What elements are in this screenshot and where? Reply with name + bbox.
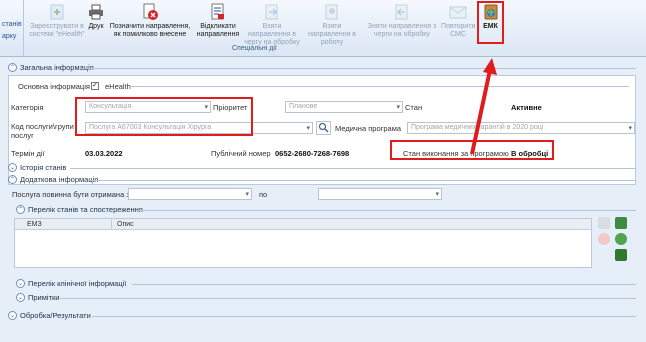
category-service-highlight xyxy=(75,97,253,136)
chevron-up-icon: ⌃ xyxy=(8,175,17,184)
service-code-label: Код послуги\групи послуг xyxy=(11,122,74,140)
queue-remove-button[interactable]: Зняти направлення з черги на обробку xyxy=(364,3,440,45)
ehealth-label: eHealth xyxy=(105,82,131,91)
section-processing-header[interactable]: ⌄ Обробка/Результати xyxy=(8,310,91,321)
refresh-icon[interactable] xyxy=(615,233,627,245)
queue-add-button[interactable]: Взяти направлення в чергу на обробку xyxy=(243,3,301,46)
mark-error-icon xyxy=(143,3,158,20)
date-to-select[interactable] xyxy=(318,188,442,200)
add-row-icon[interactable] xyxy=(615,217,627,229)
divider xyxy=(131,86,629,87)
queue-add-icon xyxy=(265,4,278,20)
ribbon-left-label-1: станів xyxy=(2,21,22,28)
category-label: Категорія xyxy=(11,103,44,112)
ehealth-checkbox[interactable]: ✓ xyxy=(91,82,99,90)
divider xyxy=(60,298,636,299)
search-icon xyxy=(318,122,329,133)
section-notes-header[interactable]: ⌄ Примітки xyxy=(16,292,59,303)
chevron-down-icon: ⌄ xyxy=(16,293,25,302)
main-content: ⌃ Загальна інформація Основна інформація… xyxy=(0,57,646,342)
edit-row-icon[interactable] xyxy=(598,217,610,229)
chevron-up-icon: ⌃ xyxy=(16,205,25,214)
medical-program-select[interactable]: Програма медичних гарантій в 2020 році xyxy=(407,122,635,134)
search-service-button[interactable] xyxy=(316,121,331,135)
sms-icon xyxy=(449,6,467,19)
table-header: ЕМЗ Опис xyxy=(15,219,591,230)
basic-info-label: Основна інформація xyxy=(18,82,90,91)
public-number-label: Публічний номер xyxy=(211,149,271,158)
register-ehealth-icon xyxy=(50,4,64,20)
mark-error-button[interactable]: Позначити направлення, як помилково внес… xyxy=(107,3,193,45)
chevron-down-icon: ⌄ xyxy=(8,311,17,320)
column-header-description[interactable]: Опис xyxy=(117,221,134,228)
term-value: 03.03.2022 xyxy=(85,149,123,158)
annotation-arrow xyxy=(470,58,497,155)
medical-program-label: Медична програма xyxy=(335,124,402,133)
register-ehealth-button[interactable]: Зареєструвати в системі "eHealth" xyxy=(28,3,86,45)
state-value: Активне xyxy=(511,103,542,112)
priority-select[interactable]: Планове xyxy=(285,101,403,113)
column-divider xyxy=(111,219,112,230)
ribbon-group-label: Спеціальні дії xyxy=(232,45,277,52)
chevron-down-icon: ⌄ xyxy=(8,163,17,172)
section-additional-header[interactable]: ⌃ Додаткова інформація xyxy=(8,174,98,185)
revoke-referral-icon xyxy=(211,3,224,20)
column-header-emz[interactable]: ЕМЗ xyxy=(27,221,42,228)
to-label: по xyxy=(259,190,268,199)
ribbon-left-group: станів арку xyxy=(0,0,24,57)
take-to-work-icon xyxy=(325,4,338,20)
delete-row-icon[interactable] xyxy=(598,233,610,245)
revoke-referral-button[interactable]: Відкликати направлення xyxy=(194,3,242,45)
print-button[interactable]: Друк xyxy=(86,3,106,45)
divider xyxy=(136,210,636,211)
chevron-up-icon: ⌃ xyxy=(8,63,17,72)
state-label: Стан xyxy=(405,103,423,112)
divider xyxy=(88,180,636,181)
take-to-work-button[interactable]: Взяти направлення в роботу xyxy=(303,3,361,46)
chevron-down-icon: ⌄ xyxy=(16,279,25,288)
section-history-header[interactable]: ⌄ Історія станів xyxy=(8,162,66,173)
date-from-select[interactable] xyxy=(128,188,252,200)
term-label: Термін дії xyxy=(11,149,45,158)
divider xyxy=(92,316,636,317)
ribbon-toolbar: станів арку Зареєструвати в системі "eHe… xyxy=(0,0,646,57)
emk-highlight-box xyxy=(477,1,504,44)
section-clinical-header[interactable]: ⌄ Перелік клінічної інформації xyxy=(16,278,126,289)
public-number-value: 0652-2680-7268-7698 xyxy=(275,149,350,158)
queue-remove-icon xyxy=(395,4,408,20)
states-table: ЕМЗ Опис xyxy=(14,218,592,268)
export-icon[interactable] xyxy=(615,249,627,261)
repeat-sms-button[interactable]: Повторити СМС xyxy=(441,3,475,45)
divider xyxy=(80,68,636,69)
service-received-label: Послуга повинна бути отримана з xyxy=(12,190,130,199)
section-states-list-header[interactable]: ⌃ Перелік станів та спостереження xyxy=(16,204,143,215)
ribbon-left-label-2: арку xyxy=(2,33,17,40)
divider xyxy=(70,168,636,169)
divider xyxy=(132,284,636,285)
print-icon xyxy=(89,4,103,20)
